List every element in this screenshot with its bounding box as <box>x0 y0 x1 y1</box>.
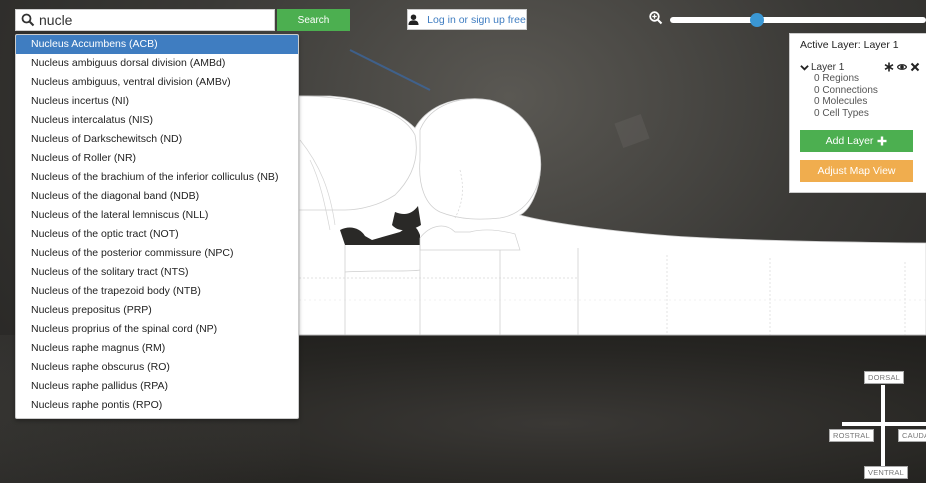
suggestion-item[interactable]: Nucleus raphe magnus (RM) <box>16 339 298 358</box>
search-box[interactable] <box>15 9 275 31</box>
login-label: Log in or sign up free <box>427 13 526 26</box>
eye-icon[interactable] <box>897 62 907 72</box>
compass-dorsal-label: DORSAL <box>864 371 905 384</box>
plus-icon <box>877 136 887 146</box>
suggestion-item[interactable]: Nucleus ambiguus dorsal division (AMBd) <box>16 54 298 73</box>
chevron-down-icon[interactable] <box>800 63 809 72</box>
adjust-map-view-button[interactable]: Adjust Map View <box>800 160 913 182</box>
active-layer-title: Active Layer: Layer 1 <box>800 39 899 51</box>
layer-name: Layer 1 <box>811 62 845 73</box>
suggestion-item[interactable]: Nucleus raphe obscurus (RO) <box>16 358 298 377</box>
compass-ventral-label: VENTRAL <box>864 466 908 479</box>
asterisk-icon[interactable] <box>884 62 894 72</box>
suggestion-item[interactable]: Nucleus of the brachium of the inferior … <box>16 168 298 187</box>
compass-rostral-label: ROSTRAL <box>829 429 874 442</box>
add-layer-button[interactable]: Add Layer <box>800 130 913 152</box>
suggestion-item[interactable]: Nucleus of the posterior commissure (NPC… <box>16 244 298 263</box>
suggestion-item[interactable]: Nucleus of the trapezoid body (NTB) <box>16 282 298 301</box>
suggestion-item[interactable]: Nucleus raphe pontis (RPO) <box>16 396 298 415</box>
suggestion-item[interactable]: Nucleus proprius of the spinal cord (NP) <box>16 320 298 339</box>
close-icon[interactable] <box>910 62 920 72</box>
suggestion-item[interactable]: Nucleus intercalatus (NIS) <box>16 111 298 130</box>
zoom-in-icon[interactable] <box>649 11 663 25</box>
suggestion-item[interactable]: Nucleus raphe pallidus (RPA) <box>16 377 298 396</box>
layer-stat-molecules: 0 Molecules <box>814 96 868 107</box>
search-button[interactable]: Search <box>277 9 350 31</box>
suggestion-item[interactable]: Nucleus incertus (NI) <box>16 92 298 111</box>
brain-region-right-lobe[interactable] <box>419 98 542 220</box>
suggestion-item[interactable]: Nucleus Accumbens (ACB) <box>16 35 298 54</box>
layer-row[interactable]: Layer 1 <box>800 62 926 73</box>
compass-caudal-label: CAUDAL <box>898 429 926 442</box>
orientation-compass-icon <box>842 385 926 470</box>
layer-panel: Active Layer: Layer 1 Layer 1 0 Regions … <box>789 33 926 193</box>
search-suggestions-dropdown: Nucleus Accumbens (ACB) Nucleus ambiguus… <box>15 34 299 419</box>
suggestion-item[interactable]: Nucleus ambiguus, ventral division (AMBv… <box>16 73 298 92</box>
layer-stat-connections: 0 Connections <box>814 84 878 96</box>
suggestion-item[interactable]: Nucleus of the diagonal band (NDB) <box>16 187 298 206</box>
layer-stat-regions: 0 Regions <box>814 73 860 84</box>
user-icon <box>408 14 419 25</box>
login-signup-button[interactable]: Log in or sign up free <box>407 9 527 30</box>
zoom-slider-track[interactable] <box>670 17 926 23</box>
suggestion-item[interactable]: Nucleus of Roller (NR) <box>16 149 298 168</box>
suggestion-item[interactable]: Nucleus of the lateral lemniscus (NLL) <box>16 206 298 225</box>
suggestion-item[interactable]: Nucleus prepositus (PRP) <box>16 301 298 320</box>
search-icon <box>21 13 35 27</box>
add-layer-label: Add Layer <box>825 135 874 147</box>
zoom-slider-handle[interactable] <box>750 13 765 27</box>
search-input[interactable] <box>39 12 259 28</box>
suggestion-item[interactable]: Nucleus of the solitary tract (NTS) <box>16 263 298 282</box>
suggestion-item[interactable]: Nucleus of the optic tract (NOT) <box>16 225 298 244</box>
layer-stat-cell-types: 0 Cell Types <box>814 107 869 119</box>
suggestion-item[interactable]: Nucleus of Darkschewitsch (ND) <box>16 130 298 149</box>
